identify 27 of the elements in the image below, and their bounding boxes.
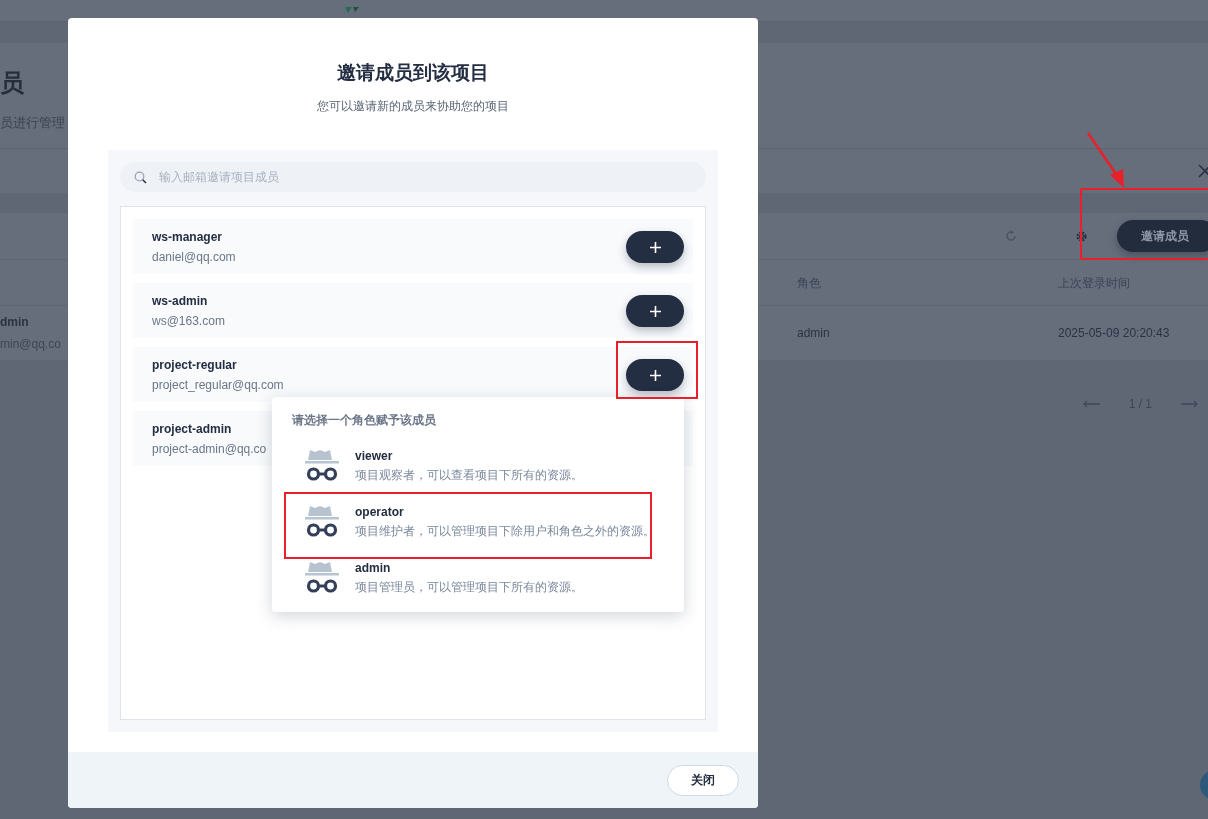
table-cell-text: 2025-05-09 20:20:43	[1058, 325, 1171, 342]
role-name: operator	[355, 503, 405, 520]
role-description: 项目维护者，可以管理项目下除用户和角色之外的资源。	[355, 522, 655, 539]
role-description: 项目观察者，可以查看项目下所有的资源。	[355, 466, 583, 483]
invite-member-button[interactable]: 邀请成员	[1117, 220, 1208, 252]
role-option[interactable]: viewer 项目观察者，可以查看项目下所有的资源。	[292, 437, 664, 493]
user-name: project-admin	[152, 420, 233, 437]
table-cell-text: admin	[797, 325, 831, 342]
user-name: ws-admin	[152, 292, 209, 309]
search-field[interactable]: 输入邮箱邀请项目成员	[120, 162, 706, 192]
menu-heading: 请选择一个角色赋予该成员	[292, 412, 437, 429]
page-title: 员	[0, 69, 24, 97]
user-name: dmin	[0, 314, 29, 331]
user-name: ws-manager	[152, 228, 224, 245]
user-email: project_regular@qq.com	[152, 376, 284, 393]
user-email: daniel@qq.com	[152, 248, 236, 265]
role-option[interactable]: operator 项目维护者，可以管理项目下除用户和角色之外的资源。	[292, 493, 664, 549]
role-name: viewer	[355, 447, 394, 464]
role-option[interactable]: admin 项目管理员，可以管理项目下所有的资源。	[292, 549, 664, 605]
close-button[interactable]: 关闭	[667, 764, 739, 796]
dialog-title: 邀请成员到该项目	[336, 61, 490, 85]
role-name: admin	[355, 559, 392, 576]
user-email: project-admin@qq.co	[152, 440, 267, 457]
dialog-subtitle: 您可以邀请新的成员来协助您的项目	[316, 98, 510, 115]
user-email: ws@163.com	[152, 312, 225, 329]
user-name: project-regular	[152, 356, 238, 373]
role-description: 项目管理员，可以管理项目下所有的资源。	[355, 578, 583, 595]
